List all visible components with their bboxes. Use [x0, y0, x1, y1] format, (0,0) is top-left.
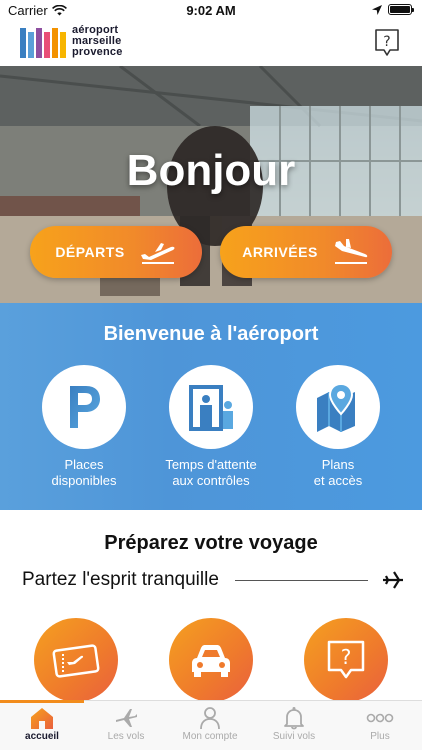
car-parking-button[interactable] [169, 618, 253, 702]
departures-label: DÉPARTS [55, 244, 125, 260]
logo-line-3: provence [72, 45, 123, 58]
maps-label: Plans et accès [273, 457, 403, 489]
security-circle [169, 365, 253, 449]
tab-home-label: accueil [25, 731, 59, 742]
logo-bar [44, 32, 50, 58]
security-wait-time-button[interactable]: Temps d'attente aux contrôles [146, 365, 276, 489]
status-bar: Carrier 9:02 AM [0, 0, 422, 22]
airport-logo: aéroport marseille provence [20, 24, 123, 58]
help-button[interactable]: ? [374, 28, 400, 58]
plane-landing-icon [334, 239, 368, 264]
security-label-line1: Temps d'attente [165, 457, 257, 472]
tab-flight-tracking[interactable]: Suivi vols [252, 705, 336, 749]
tagline: Partez l'esprit tranquille [22, 569, 219, 590]
logo-bar [60, 32, 66, 58]
tab-more-label: Plus [370, 731, 390, 742]
tab-account[interactable]: Mon compte [168, 705, 252, 749]
bell-icon [284, 707, 304, 730]
faq-button[interactable]: ? [304, 618, 388, 702]
parking-label-line2: disponibles [51, 473, 117, 488]
logo-bars-icon [20, 24, 66, 58]
maps-label-line1: Plans [321, 457, 355, 472]
prepare-title: Préparez votre voyage [104, 532, 318, 554]
tagline-divider [234, 579, 368, 581]
tab-home[interactable]: accueil [0, 705, 84, 749]
parking-circle [42, 365, 126, 449]
prepare-trip-card: Préparez votre voyage Partez l'esprit tr… [0, 510, 422, 706]
maps-circle [296, 365, 380, 449]
logo-text: aéroport marseille provence [72, 23, 123, 58]
departures-button[interactable]: DÉPARTS [30, 226, 202, 278]
logo-bar [28, 32, 34, 58]
plane-takeoff-icon [140, 243, 175, 264]
parking-label: Places disponibles [19, 457, 149, 489]
active-tab-indicator [0, 700, 84, 703]
arrivals-label: ARRIVÉES [242, 244, 318, 260]
app-header: aéroport marseille provence ? [0, 22, 422, 66]
welcome-section: Bienvenue à l'aéroport Places disponible… [0, 303, 422, 513]
parking-label-line1: Places [64, 457, 104, 472]
tab-account-label: Mon compte [182, 731, 238, 742]
logo-bar [36, 28, 42, 58]
help-bubble-icon: ? [327, 640, 365, 679]
clock: 9:02 AM [186, 3, 236, 18]
security-label: Temps d'attente aux contrôles [146, 457, 276, 489]
location-arrow-icon [372, 4, 382, 15]
user-icon [200, 707, 220, 730]
logo-bar [20, 28, 26, 58]
home-icon [31, 708, 53, 729]
svg-text:?: ? [383, 34, 390, 50]
greeting-title: Bonjour [126, 146, 296, 195]
map-pin-icon [317, 382, 355, 432]
arrivals-button[interactable]: ARRIVÉES [220, 226, 392, 278]
maps-label-line2: et accès [313, 473, 363, 488]
parking-icon [70, 386, 100, 428]
tab-more[interactable]: Plus [338, 705, 422, 749]
car-icon [192, 645, 230, 677]
tab-bar: accueil Les vols Mon compte Suivi vols P… [0, 700, 422, 750]
more-icon [366, 713, 394, 723]
battery-icon [388, 4, 414, 15]
maps-access-button[interactable]: Plans et accès [273, 365, 403, 489]
ticket-icon [52, 644, 100, 678]
svg-text:?: ? [341, 645, 352, 669]
tab-flights[interactable]: Les vols [84, 705, 168, 749]
tab-flight-tracking-label: Suivi vols [272, 731, 316, 742]
tagline-row: Partez l'esprit tranquille [22, 568, 404, 592]
hero-banner: Bonjour DÉPARTS ARRIVÉES [0, 66, 422, 303]
parking-availability-button[interactable]: Places disponibles [19, 365, 149, 489]
security-check-icon [189, 385, 233, 431]
plane-icon [116, 709, 137, 727]
plane-icon [383, 571, 403, 589]
logo-bar [52, 28, 58, 58]
logo-line-1: aéroport [72, 23, 119, 36]
security-label-line2: aux contrôles [172, 473, 250, 488]
boarding-pass-button[interactable] [34, 618, 118, 702]
tab-flights-label: Les vols [107, 731, 145, 742]
logo-line-2: marseille [72, 34, 122, 47]
welcome-title: Bienvenue à l'aéroport [103, 323, 319, 345]
